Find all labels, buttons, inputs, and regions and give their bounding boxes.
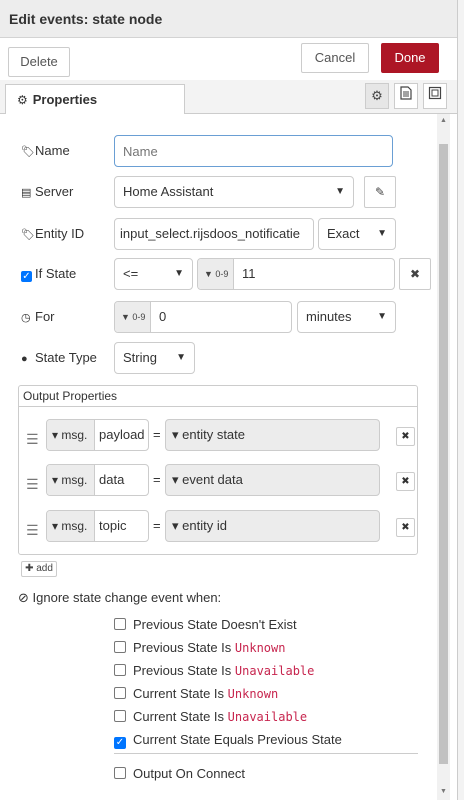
ignore-option[interactable]: Previous State Doesn't Exist [114, 617, 297, 632]
scrollbar[interactable]: ▲ ▼ [437, 114, 450, 800]
ignore-option[interactable]: Previous State Is Unknown [114, 640, 285, 655]
checkbox[interactable] [114, 767, 126, 779]
ban-icon: ⊘ [18, 590, 29, 605]
for-label: ◷ For [21, 309, 55, 324]
checked-square-icon: ✓ [21, 271, 32, 282]
gear-icon: ⚙ [17, 93, 28, 107]
value-source-select[interactable]: ▾ event data [165, 464, 380, 496]
checkbox[interactable] [114, 641, 126, 653]
output-row: ☰ ▾ msg. data = ▾ event data ✖ [19, 464, 417, 504]
msg-property-input[interactable]: ▾ msg. data [46, 464, 149, 496]
entity-id-label: 🏷Entity ID [21, 226, 85, 241]
clock-icon: ◷ [21, 312, 31, 324]
checkbox[interactable] [114, 618, 126, 630]
divider [114, 753, 418, 754]
drag-handle-icon[interactable]: ☰ [26, 431, 39, 448]
cancel-button[interactable]: Cancel [301, 43, 369, 73]
appearance-tab-icon[interactable] [423, 83, 447, 109]
edit-server-button[interactable]: ✎ [364, 176, 396, 208]
if-state-label: ✓ If State [21, 266, 77, 282]
clear-if-state-button[interactable]: ✖ [399, 258, 431, 290]
tray-title: Edit events: state node [0, 0, 464, 38]
value-source-select[interactable]: ▾ entity id [165, 510, 380, 542]
if-state-value-input[interactable]: ▼ 0-9 11 [197, 258, 395, 290]
drag-handle-icon[interactable]: ☰ [26, 476, 39, 493]
checkbox[interactable] [114, 710, 126, 722]
delete-button[interactable]: Delete [8, 47, 70, 77]
output-row: ☰ ▾ msg. topic = ▾ entity id ✖ [19, 510, 417, 550]
description-tab-icon[interactable] [394, 83, 418, 109]
msg-property-input[interactable]: ▾ msg. topic [46, 510, 149, 542]
tray-resize-edge[interactable] [457, 0, 464, 800]
msg-property-input[interactable]: ▾ msg. payload [46, 419, 149, 451]
ignore-option[interactable]: ✓ Current State Equals Previous State [114, 732, 342, 749]
tab-bar: ⚙ Properties ⚙ [0, 80, 457, 115]
checkbox-checked[interactable]: ✓ [114, 737, 126, 749]
tag-icon: 🏷 [21, 229, 35, 241]
name-label: 🏷Name [21, 143, 70, 158]
scroll-thumb[interactable] [439, 144, 448, 764]
chevron-down-icon: ▼ [174, 268, 184, 279]
ignore-label: ⊘ Ignore state change event when: [18, 590, 222, 605]
ignore-option[interactable]: Current State Is Unavailable [114, 709, 307, 724]
remove-row-button[interactable]: ✖ [396, 427, 415, 446]
output-row: ☰ ▾ msg. payload = ▾ entity state ✖ [19, 419, 417, 459]
remove-row-button[interactable]: ✖ [396, 518, 415, 537]
output-properties-header: Output Properties [19, 386, 417, 407]
number-type-selector[interactable]: ▼ 0-9 [115, 302, 151, 332]
close-icon: ✖ [401, 522, 410, 533]
tab-properties[interactable]: ⚙ Properties [5, 84, 185, 115]
tab-properties-label: Properties [32, 92, 98, 107]
chevron-down-icon: ▼ [377, 228, 387, 239]
entity-match-select[interactable]: Exact ▼ [318, 218, 396, 250]
ignore-option[interactable]: Current State Is Unknown [114, 686, 278, 701]
ignore-option[interactable]: Previous State Is Unavailable [114, 663, 314, 678]
value-source-select[interactable]: ▾ entity state [165, 419, 380, 451]
close-icon: ✖ [401, 431, 410, 442]
name-input[interactable] [114, 135, 393, 167]
chevron-down-icon: ▼ [335, 186, 345, 197]
output-on-connect-option[interactable]: Output On Connect [114, 766, 245, 781]
number-type-selector[interactable]: ▼ 0-9 [198, 259, 234, 289]
pencil-icon: ✎ [374, 185, 386, 199]
state-type-select[interactable]: String ▼ [114, 342, 195, 374]
scroll-up-icon[interactable]: ▲ [439, 117, 448, 125]
done-button[interactable]: Done [381, 43, 439, 73]
drop-icon: ● [21, 353, 28, 365]
tray-toolbar: Delete Cancel Done [0, 38, 457, 80]
state-type-label: ● State Type [21, 350, 97, 365]
server-label: ▤ Server [21, 184, 74, 199]
scroll-down-icon[interactable]: ▼ [439, 788, 448, 796]
entity-id-input[interactable]: input_select.rijsdoos_notificatie [114, 218, 314, 250]
document-icon [400, 86, 412, 100]
close-icon: ✖ [401, 476, 410, 487]
remove-row-button[interactable]: ✖ [396, 472, 415, 491]
checkbox[interactable] [114, 687, 126, 699]
output-properties-panel: Output Properties ☰ ▾ msg. payload = ▾ e… [18, 385, 418, 555]
for-value-input[interactable]: ▼ 0-9 0 [114, 301, 292, 333]
chevron-down-icon: ▼ [377, 311, 387, 322]
plus-icon: ✚ [25, 563, 34, 574]
add-output-property-button[interactable]: ✚ add [21, 561, 57, 577]
for-unit-select[interactable]: minutes ▼ [297, 301, 396, 333]
tag-icon: 🏷 [21, 146, 35, 158]
drag-handle-icon[interactable]: ☰ [26, 522, 39, 539]
server-select[interactable]: Home Assistant ▼ [114, 176, 354, 208]
if-state-operator-select[interactable]: <= ▼ [114, 258, 193, 290]
frame-icon [428, 86, 442, 100]
server-icon: ▤ [21, 187, 32, 199]
close-icon: ✖ [409, 267, 421, 281]
checkbox[interactable] [114, 664, 126, 676]
chevron-down-icon: ▼ [176, 352, 186, 363]
settings-tab-icon[interactable]: ⚙ [365, 83, 389, 109]
